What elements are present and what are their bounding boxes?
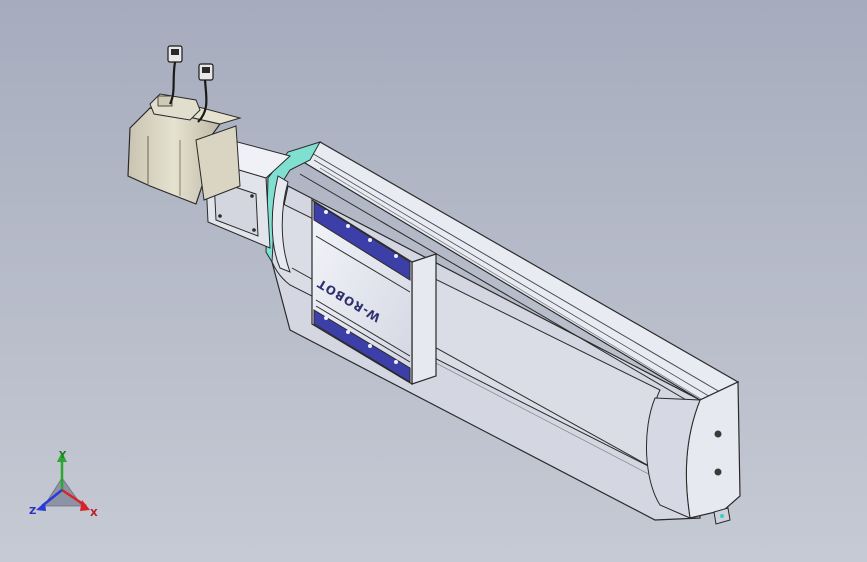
end-cap-screw-hole: [714, 468, 722, 476]
model-view[interactable]: W-ROBOT Y X Z: [0, 0, 867, 562]
x-axis-label: X: [90, 508, 98, 519]
servo-motor[interactable]: [127, 93, 242, 205]
orientation-triad[interactable]: Y X Z: [29, 450, 98, 519]
cad-viewport[interactable]: W-ROBOT Y X Z: [0, 0, 867, 562]
rail-end-cap[interactable]: [645, 381, 741, 525]
end-cap-screw-hole: [714, 430, 722, 438]
y-axis-label: Y: [58, 450, 67, 461]
z-axis-label: Z: [29, 506, 36, 517]
